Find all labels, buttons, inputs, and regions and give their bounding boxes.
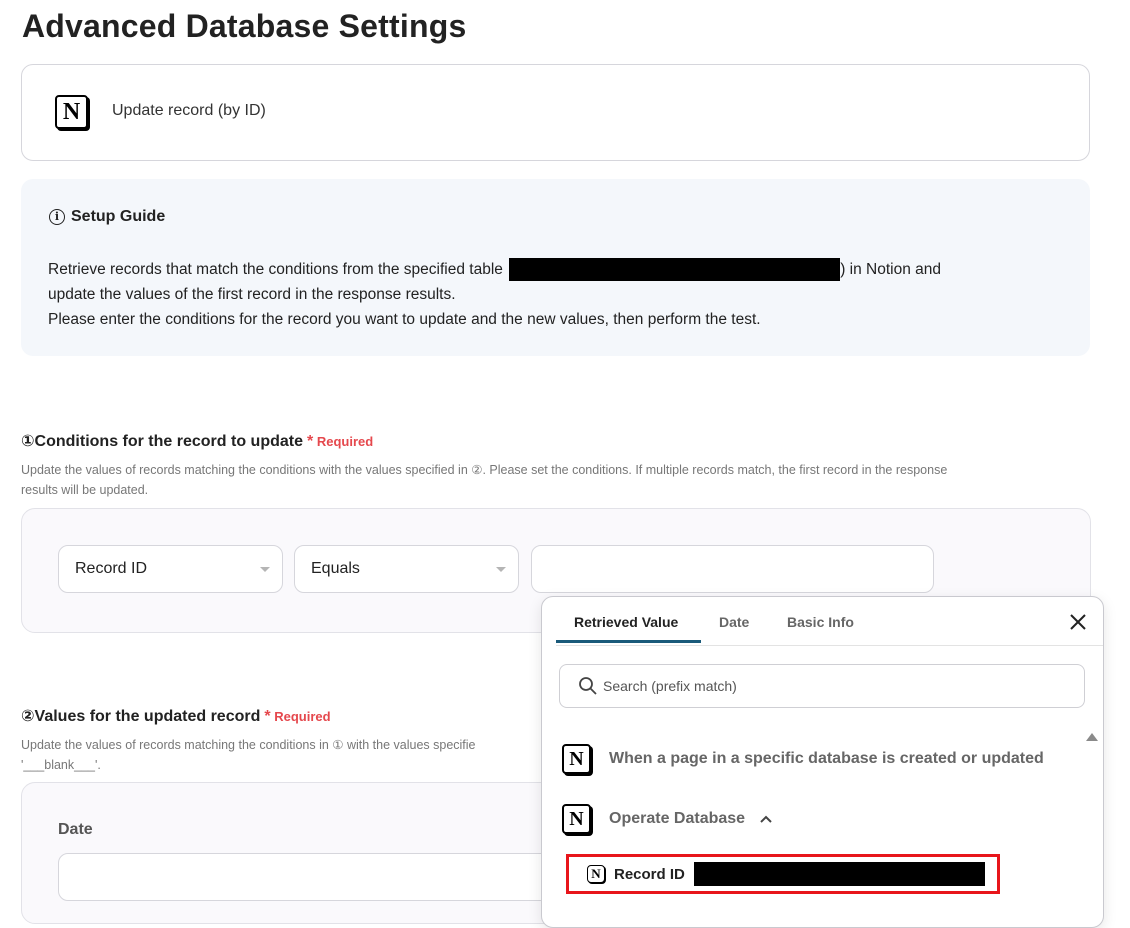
list-item-label: Operate Database	[609, 810, 746, 827]
section1-hint-line1: Update the values of records matching th…	[21, 463, 948, 477]
dropdown-caret-icon	[496, 567, 506, 572]
setup-guide-title: i Setup Guide	[49, 208, 165, 226]
setup-guide: i Setup Guide Retrieve records that matc…	[21, 179, 1090, 356]
search-input[interactable]: Search (prefix match)	[559, 664, 1085, 708]
section1-title: ①Conditions for the record to update	[21, 433, 303, 450]
date-input[interactable]	[58, 853, 558, 901]
record-id-item[interactable]: N Record ID	[566, 854, 1000, 894]
required-badge: * Required	[306, 433, 374, 450]
list-item-operate-database[interactable]: N Operate Database	[562, 804, 773, 834]
guide-line3: Please enter the conditions for the reco…	[48, 311, 761, 328]
field-select-value: Record ID	[75, 560, 148, 577]
redacted-block	[693, 862, 985, 886]
section1-header: ①Conditions for the record to update * Re…	[21, 431, 373, 451]
search-placeholder: Search (prefix match)	[603, 678, 737, 694]
active-tab-indicator	[556, 640, 701, 643]
required-badge: * Required	[264, 708, 331, 725]
section2-hint-line1: Update the values of records matching th…	[21, 738, 476, 752]
date-label: Date	[58, 821, 93, 838]
close-icon[interactable]	[1067, 611, 1089, 633]
scroll-up-icon[interactable]	[1086, 733, 1098, 741]
record-id-label: Record ID	[614, 865, 685, 883]
section2-hint: Update the values of records matching th…	[21, 735, 541, 775]
tab-basic-info[interactable]: Basic Info	[787, 614, 854, 630]
page-title: Advanced Database Settings	[22, 8, 467, 44]
list-item-label: When a page in a specific database is cr…	[609, 750, 1044, 767]
redacted-block	[509, 258, 841, 282]
notion-logo-icon: N	[562, 804, 591, 834]
value-picker-popup: Retrieved Value Date Basic Info Search (…	[541, 596, 1104, 928]
setup-guide-text: Retrieve records that match the conditio…	[48, 257, 1058, 332]
field-select[interactable]: Record ID	[58, 545, 283, 593]
setup-guide-title-text: Setup Guide	[71, 208, 166, 225]
section1-hint-line2: results will be updated.	[21, 483, 149, 497]
required-label: Required	[316, 434, 374, 449]
popup-tabs: Retrieved Value Date Basic Info	[556, 597, 1103, 646]
section2-title: ②Values for the updated record	[21, 708, 261, 725]
section2-header: ②Values for the updated record * Required	[21, 706, 331, 726]
guide-line1-pre: Retrieve records that match the conditio…	[48, 261, 503, 278]
list-item-trigger[interactable]: N When a page in a specific database is …	[562, 744, 1044, 774]
required-label: Required	[274, 709, 331, 724]
condition-value-input[interactable]	[531, 545, 934, 593]
operation-card: N Update record (by ID)	[21, 64, 1090, 161]
dropdown-caret-icon	[260, 567, 270, 572]
notion-logo-icon: N	[587, 865, 605, 883]
chevron-up-icon	[760, 815, 772, 823]
guide-line1-post: ) in Notion and	[840, 261, 942, 278]
notion-logo-icon: N	[562, 744, 591, 774]
section1-hint: Update the values of records matching th…	[21, 460, 1096, 500]
operation-label: Update record (by ID)	[112, 102, 266, 119]
operator-select[interactable]: Equals	[294, 545, 519, 593]
operator-select-value: Equals	[311, 560, 360, 577]
tab-date[interactable]: Date	[719, 614, 749, 630]
tab-retrieved-value[interactable]: Retrieved Value	[574, 614, 678, 630]
search-icon	[579, 677, 597, 695]
guide-line2: update the values of the first record in…	[48, 286, 456, 303]
section2-hint-line2: '___blank___'.	[21, 758, 101, 772]
info-icon: i	[49, 209, 65, 225]
notion-logo-icon: N	[55, 95, 88, 129]
